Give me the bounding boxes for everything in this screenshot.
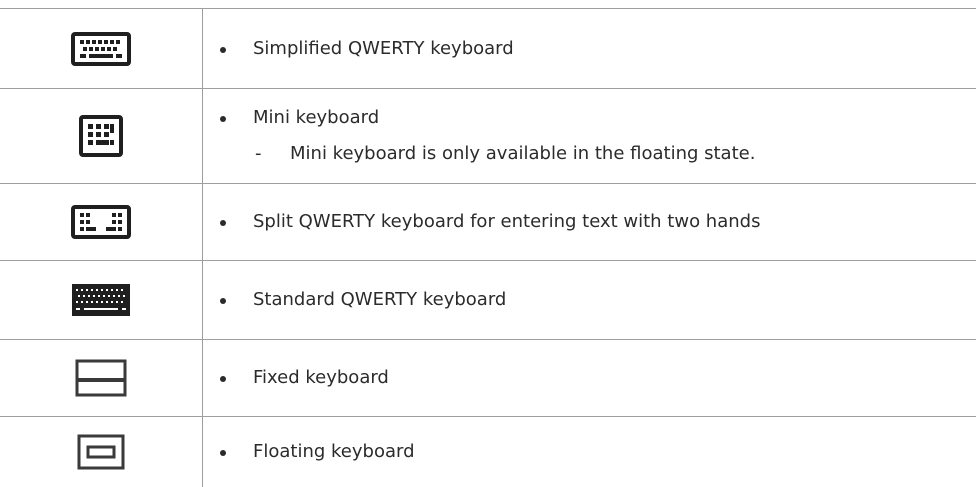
floating-keyboard-icon — [77, 434, 125, 470]
icon-cell — [0, 417, 203, 487]
icon-cell — [0, 9, 203, 88]
description-cell: Fixed keyboard — [203, 340, 976, 416]
table-row: Mini keyboard - Mini keyboard is only av… — [0, 88, 976, 183]
table-row: Fixed keyboard — [0, 339, 976, 416]
keyboard-type-label: Standard QWERTY keyboard — [220, 287, 976, 313]
icon-cell — [0, 184, 203, 260]
description-cell: Standard QWERTY keyboard — [203, 261, 976, 339]
standard-qwerty-keyboard-icon — [72, 284, 130, 316]
mini-keyboard-icon — [79, 115, 123, 157]
table-row: Split QWERTY keyboard for entering text … — [0, 183, 976, 260]
simplified-qwerty-keyboard-icon — [71, 31, 131, 66]
sub-note-text: Mini keyboard is only available in the f… — [290, 143, 756, 164]
keyboard-type-label: Split QWERTY keyboard for entering text … — [220, 209, 976, 235]
table-row: Floating keyboard — [0, 416, 976, 487]
icon-cell — [0, 340, 203, 416]
description-cell: Split QWERTY keyboard for entering text … — [203, 184, 976, 260]
keyboard-type-label: Simplified QWERTY keyboard — [220, 36, 976, 62]
icon-cell — [0, 261, 203, 339]
description-cell: Floating keyboard — [203, 417, 976, 487]
icon-cell — [0, 89, 203, 183]
split-keyboard-icon — [71, 205, 131, 239]
table-row: Simplified QWERTY keyboard — [0, 8, 976, 88]
sub-note: - Mini keyboard is only available in the… — [253, 141, 976, 167]
description-cell: Simplified QWERTY keyboard — [203, 9, 976, 88]
table-row: Standard QWERTY keyboard — [0, 260, 976, 339]
keyboard-type-label: Mini keyboard — [220, 105, 976, 131]
keyboard-type-label: Floating keyboard — [220, 439, 976, 465]
fixed-keyboard-icon — [75, 359, 127, 397]
description-cell: Mini keyboard - Mini keyboard is only av… — [203, 89, 976, 183]
keyboard-types-table: Simplified QWERTY keyboard Mini keyboard… — [0, 8, 976, 487]
dash-marker: - — [255, 143, 262, 164]
keyboard-type-label: Fixed keyboard — [220, 365, 976, 391]
